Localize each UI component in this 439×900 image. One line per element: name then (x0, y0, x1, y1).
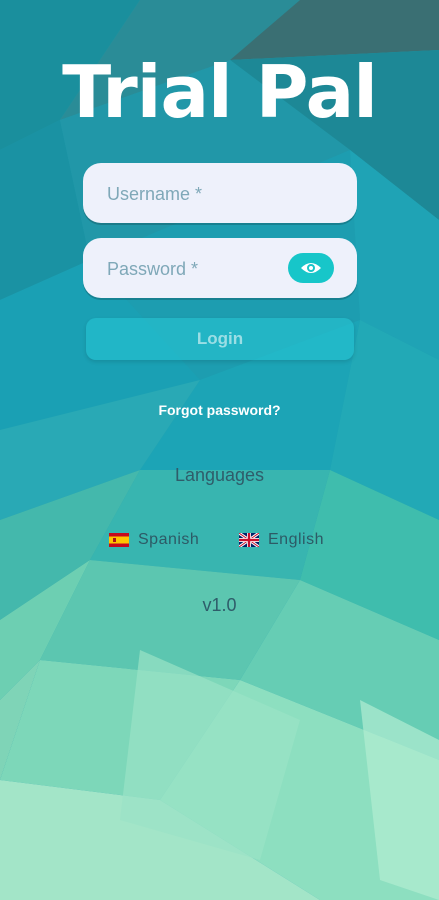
language-option-spanish[interactable]: Spanish (109, 530, 199, 550)
forgot-password-link[interactable]: Forgot password? (0, 402, 439, 418)
username-input[interactable] (105, 163, 299, 225)
uk-flag-icon (239, 533, 259, 547)
password-input[interactable] (105, 238, 299, 300)
eye-icon (301, 263, 321, 273)
spain-flag-icon (109, 533, 129, 547)
username-field[interactable] (83, 163, 357, 225)
language-label: Spanish (138, 531, 200, 548)
language-option-english[interactable]: English (239, 530, 324, 550)
language-label: English (268, 531, 324, 548)
password-visibility-toggle[interactable] (288, 253, 334, 283)
app-logo: Trial Pal (62, 50, 378, 134)
login-screen: Trial Pal Login Forgot password? Languag… (0, 0, 439, 900)
languages-heading: Languages (174, 465, 265, 485)
login-button[interactable]: Login (86, 318, 354, 360)
version-label: v1.0 (202, 595, 237, 615)
password-field[interactable] (83, 238, 357, 300)
